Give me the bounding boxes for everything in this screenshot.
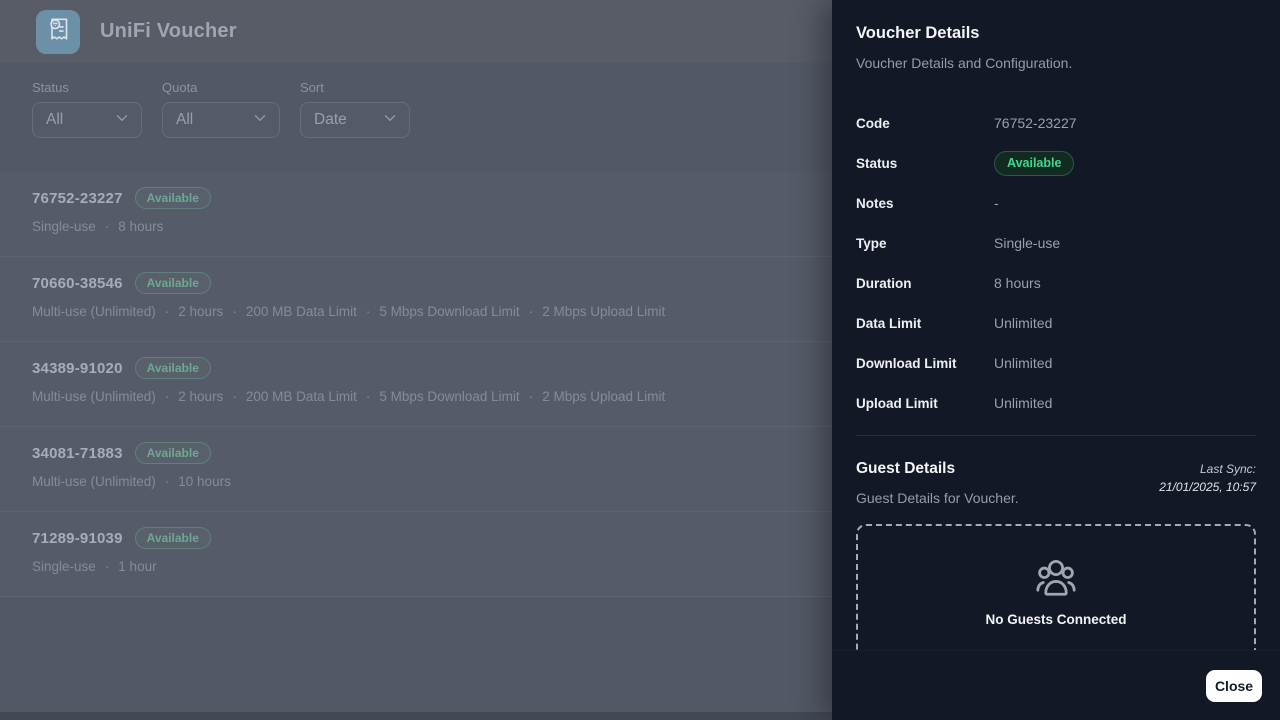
page-title: UniFi Voucher [100,20,237,43]
voucher-details-drawer: Voucher Details Voucher Details and Conf… [832,0,1280,720]
voucher-detail-part: 8 hours [118,219,163,234]
field-value: - [994,195,999,211]
dot-separator: · [105,219,110,234]
field-value: Single-use [994,235,1060,251]
filter-group-quota: Quota All [162,80,280,172]
voucher-detail-part: 2 hours [178,389,223,404]
filter-group-sort: Sort Date [300,80,410,172]
last-sync-label: Last Sync: [1159,462,1256,476]
dot-separator: · [529,304,534,319]
voucher-receipt-wifi-icon [43,14,73,49]
dot-separator: · [366,389,371,404]
voucher-status-badge: Available [135,442,211,464]
dot-separator: · [165,389,170,404]
section-divider [856,435,1256,436]
detail-field-row: Data Limit Unlimited [856,303,1256,343]
filter-group-status: Status All [32,80,142,172]
voucher-detail-part: Multi-use (Unlimited) [32,474,156,489]
field-value: Unlimited [994,355,1052,371]
drawer-footer: Close [832,650,1280,720]
status-filter-select[interactable]: All [32,102,142,138]
field-label: Code [856,116,994,131]
voucher-status-badge: Available [135,357,211,379]
voucher-detail-part: 2 Mbps Upload Limit [542,389,665,404]
detail-field-row: Duration 8 hours [856,263,1256,303]
last-sync-block: Last Sync: 21/01/2025, 10:57 [1159,462,1256,494]
voucher-detail-part: Multi-use (Unlimited) [32,389,156,404]
field-label: Status [856,156,994,171]
voucher-detail-part: 200 MB Data Limit [246,389,357,404]
detail-field-row: Type Single-use [856,223,1256,263]
field-value: Available [994,151,1074,176]
dot-separator: · [366,304,371,319]
dot-separator: · [529,389,534,404]
voucher-code: 76752-23227 [32,190,123,207]
detail-field-row: Upload Limit Unlimited [856,383,1256,423]
field-label: Data Limit [856,316,994,331]
detail-field-row: Code 76752-23227 [856,103,1256,143]
voucher-status-badge: Available [135,272,211,294]
voucher-detail-part: 5 Mbps Download Limit [379,304,519,319]
dot-separator: · [232,304,237,319]
voucher-detail-part: 1 hour [118,559,156,574]
voucher-detail-part: 5 Mbps Download Limit [379,389,519,404]
field-label: Type [856,236,994,251]
field-value: Unlimited [994,395,1052,411]
voucher-status-badge: Available [135,187,211,209]
sort-filter-value: Date [314,111,347,129]
quota-filter-label: Quota [162,80,280,95]
voucher-detail-part: 2 Mbps Upload Limit [542,304,665,319]
field-label: Upload Limit [856,396,994,411]
detail-field-row: Status Available [856,143,1256,183]
app-logo [36,10,80,54]
guest-details-header: Guest Details Guest Details for Voucher.… [856,460,1256,506]
voucher-code: 70660-38546 [32,275,123,292]
dot-separator: · [165,474,170,489]
status-filter-label: Status [32,80,142,95]
voucher-detail-part: 2 hours [178,304,223,319]
users-group-icon [1033,558,1079,603]
last-sync-value: 21/01/2025, 10:57 [1159,480,1256,494]
drawer-subtitle: Voucher Details and Configuration. [856,55,1256,71]
field-value: 76752-23227 [994,115,1077,131]
status-filter-value: All [46,111,63,129]
field-label: Duration [856,276,994,291]
voucher-code: 71289-91039 [32,530,123,547]
field-value: 8 hours [994,275,1041,291]
voucher-detail-part: Single-use [32,219,96,234]
field-value: Unlimited [994,315,1052,331]
guest-details-title: Guest Details [856,460,1019,478]
sort-filter-label: Sort [300,80,410,95]
dot-separator: · [105,559,110,574]
field-label: Notes [856,196,994,211]
quota-filter-value: All [176,111,193,129]
voucher-code: 34081-71883 [32,445,123,462]
drawer-body: Voucher Details Voucher Details and Conf… [832,0,1280,699]
status-badge: Available [994,151,1074,176]
voucher-fields: Code 76752-23227 Status Available Notes … [856,103,1256,423]
sort-filter-select[interactable]: Date [300,102,410,138]
close-button[interactable]: Close [1206,670,1262,702]
voucher-code: 34389-91020 [32,360,123,377]
chevron-down-icon [251,109,269,132]
chevron-down-icon [381,109,399,132]
no-guests-message: No Guests Connected [985,612,1126,627]
dot-separator: · [232,389,237,404]
detail-field-row: Download Limit Unlimited [856,343,1256,383]
quota-filter-select[interactable]: All [162,102,280,138]
guest-details-heading-block: Guest Details Guest Details for Voucher. [856,460,1019,506]
detail-field-row: Notes - [856,183,1256,223]
voucher-detail-part: Single-use [32,559,96,574]
dot-separator: · [165,304,170,319]
voucher-status-badge: Available [135,527,211,549]
voucher-detail-part: 200 MB Data Limit [246,304,357,319]
guest-details-subtitle: Guest Details for Voucher. [856,490,1019,506]
voucher-detail-part: Multi-use (Unlimited) [32,304,156,319]
chevron-down-icon [113,109,131,132]
voucher-detail-part: 10 hours [178,474,231,489]
drawer-title: Voucher Details [856,24,1256,43]
field-label: Download Limit [856,356,994,371]
